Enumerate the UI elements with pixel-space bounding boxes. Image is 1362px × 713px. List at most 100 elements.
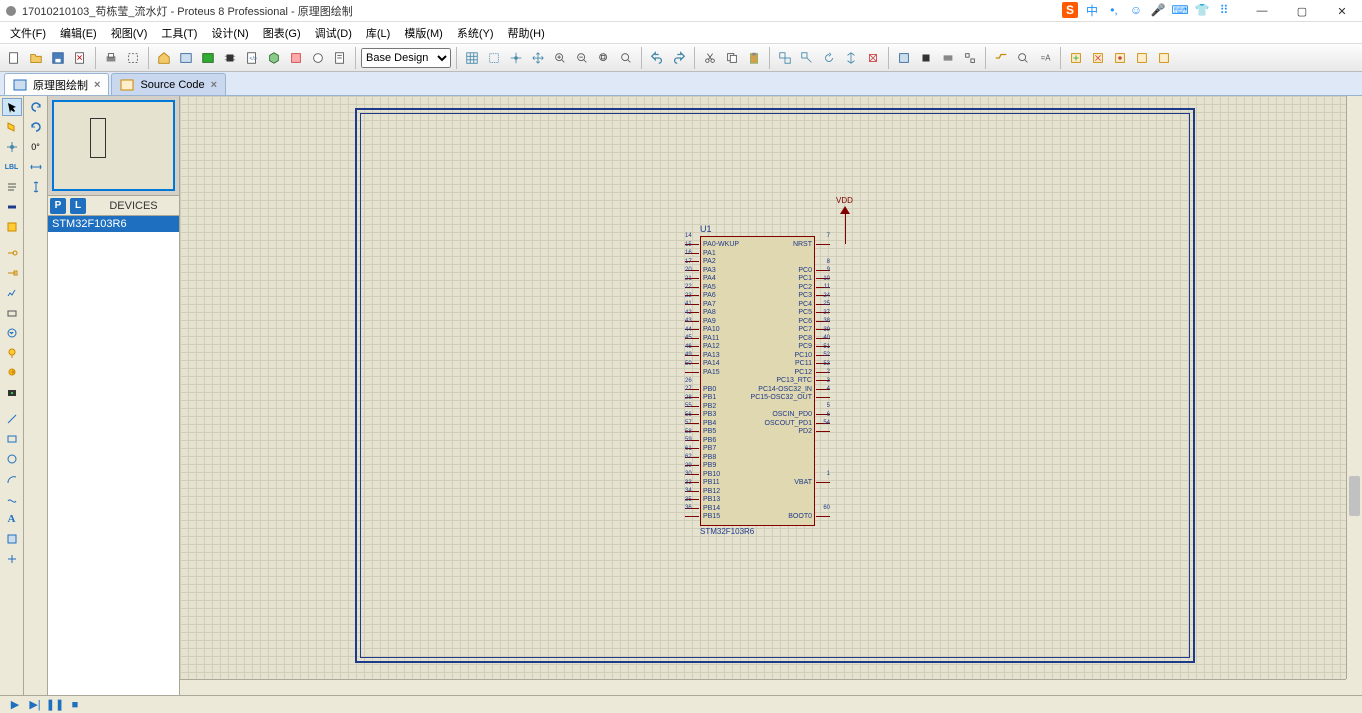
tab-source-code[interactable]: Source Code ×	[111, 73, 226, 95]
pan-center-icon[interactable]	[528, 48, 548, 68]
cut-icon[interactable]	[700, 48, 720, 68]
sogou-icon[interactable]: S	[1062, 2, 1078, 18]
code-icon[interactable]: </>	[242, 48, 262, 68]
menu-edit[interactable]: 编辑(E)	[54, 23, 103, 43]
new-sheet-icon[interactable]	[1066, 48, 1086, 68]
tab-close-icon[interactable]: ×	[94, 79, 100, 91]
overview-window[interactable]	[48, 96, 179, 196]
gerber-icon[interactable]	[286, 48, 306, 68]
devices-list[interactable]: STM32F103R6	[48, 216, 179, 695]
goto-sheet-icon[interactable]	[1110, 48, 1130, 68]
probe-v-mode-icon[interactable]	[2, 344, 22, 362]
block-delete-icon[interactable]	[863, 48, 883, 68]
design-explorer-icon[interactable]	[1132, 48, 1152, 68]
rotate-ccw-icon[interactable]	[26, 118, 46, 136]
rotate-cw-icon[interactable]	[26, 98, 46, 116]
remove-sheet-icon[interactable]	[1088, 48, 1108, 68]
chip-icon[interactable]	[220, 48, 240, 68]
wire-autoroute-icon[interactable]	[991, 48, 1011, 68]
circle-2d-icon[interactable]	[2, 450, 22, 468]
block-move-icon[interactable]	[797, 48, 817, 68]
subcircuit-mode-icon[interactable]	[2, 218, 22, 236]
package-icon[interactable]	[938, 48, 958, 68]
rotation-angle[interactable]: 0°	[26, 138, 46, 156]
component-u1[interactable]: U1 14PA0-WKUP15PA116PA217PA320PA421PA522…	[700, 236, 815, 526]
make-device-icon[interactable]	[916, 48, 936, 68]
search-icon[interactable]	[1013, 48, 1033, 68]
home-icon[interactable]	[154, 48, 174, 68]
menu-template[interactable]: 模版(M)	[398, 23, 449, 43]
save-icon[interactable]	[48, 48, 68, 68]
ime-tool-icon[interactable]: ⠿	[1216, 2, 1232, 18]
snap-icon[interactable]	[484, 48, 504, 68]
tab-schematic[interactable]: 原理图绘制 ×	[4, 73, 109, 95]
pin-PB15[interactable]: 36PB15	[685, 513, 699, 520]
menu-design[interactable]: 设计(N)	[205, 23, 254, 43]
path-2d-icon[interactable]	[2, 490, 22, 508]
arc-2d-icon[interactable]	[2, 470, 22, 488]
schematic-canvas[interactable]: VDD U1 14PA0-WKUP15PA116PA217PA320PA421P…	[180, 96, 1362, 695]
bus-mode-icon[interactable]	[2, 198, 22, 216]
property-assign-icon[interactable]: =A	[1035, 48, 1055, 68]
ime-skin-icon[interactable]: 👕	[1194, 2, 1210, 18]
paste-icon[interactable]	[744, 48, 764, 68]
ime-mic-icon[interactable]: 🎤	[1150, 2, 1166, 18]
menu-debug[interactable]: 调试(D)	[309, 23, 358, 43]
pick-devices-button[interactable]: P	[50, 198, 66, 214]
pin-PD2[interactable]: 54PD2	[816, 428, 830, 435]
pin-PA15[interactable]: 50PA15	[685, 369, 699, 376]
close-button[interactable]: ✕	[1322, 0, 1362, 22]
label-mode-icon[interactable]: LBL	[2, 158, 22, 176]
tab-close-icon[interactable]: ×	[211, 79, 217, 91]
symbol-2d-icon[interactable]	[2, 530, 22, 548]
stop-button[interactable]: ■	[66, 698, 84, 712]
ime-punct-icon[interactable]: •,	[1106, 2, 1122, 18]
block-rotate-icon[interactable]	[819, 48, 839, 68]
open-file-icon[interactable]	[26, 48, 46, 68]
menu-lib[interactable]: 库(L)	[360, 23, 396, 43]
select-mode-icon[interactable]	[2, 98, 22, 116]
device-item[interactable]: STM32F103R6	[48, 216, 179, 232]
step-button[interactable]: ▶|	[26, 698, 44, 712]
pin-VBAT[interactable]: 1VBAT	[816, 479, 830, 486]
3d-icon[interactable]	[264, 48, 284, 68]
block-flip-icon[interactable]	[841, 48, 861, 68]
bom-report-icon[interactable]	[1154, 48, 1174, 68]
menu-file[interactable]: 文件(F)	[4, 23, 52, 43]
component-mode-icon[interactable]	[2, 118, 22, 136]
grid-toggle-icon[interactable]	[462, 48, 482, 68]
terminal-mode-icon[interactable]	[2, 244, 22, 262]
marker-2d-icon[interactable]	[2, 550, 22, 568]
box-2d-icon[interactable]	[2, 430, 22, 448]
print-icon[interactable]	[101, 48, 121, 68]
instrument-mode-icon[interactable]	[2, 384, 22, 402]
pause-button[interactable]: ❚❚	[46, 698, 64, 712]
area-icon[interactable]	[123, 48, 143, 68]
scrollbar-thumb[interactable]	[1349, 476, 1360, 516]
copy-icon[interactable]	[722, 48, 742, 68]
undo-icon[interactable]	[647, 48, 667, 68]
block-copy-icon[interactable]	[775, 48, 795, 68]
explorer-icon[interactable]	[308, 48, 328, 68]
zoom-out-icon[interactable]	[572, 48, 592, 68]
maximize-button[interactable]: ▢	[1282, 0, 1322, 22]
menu-tool[interactable]: 工具(T)	[155, 23, 203, 43]
decompose-icon[interactable]	[960, 48, 980, 68]
pin-BOOT0[interactable]: 60BOOT0	[816, 513, 830, 520]
generator-mode-icon[interactable]	[2, 324, 22, 342]
design-variant-select[interactable]: Base Design	[361, 48, 451, 68]
close-file-icon[interactable]	[70, 48, 90, 68]
flip-horizontal-icon[interactable]	[26, 158, 46, 176]
zoom-area-icon[interactable]	[616, 48, 636, 68]
minimize-button[interactable]: —	[1242, 0, 1282, 22]
text-mode-icon[interactable]	[2, 178, 22, 196]
ime-lang-icon[interactable]: 中	[1084, 2, 1100, 18]
menu-view[interactable]: 视图(V)	[105, 23, 154, 43]
pcb-icon[interactable]	[198, 48, 218, 68]
graph-mode-icon[interactable]	[2, 284, 22, 302]
tape-mode-icon[interactable]	[2, 304, 22, 322]
menu-help[interactable]: 帮助(H)	[502, 23, 551, 43]
flip-vertical-icon[interactable]	[26, 178, 46, 196]
bom-icon[interactable]	[330, 48, 350, 68]
ime-keyboard-icon[interactable]: ⌨	[1172, 2, 1188, 18]
